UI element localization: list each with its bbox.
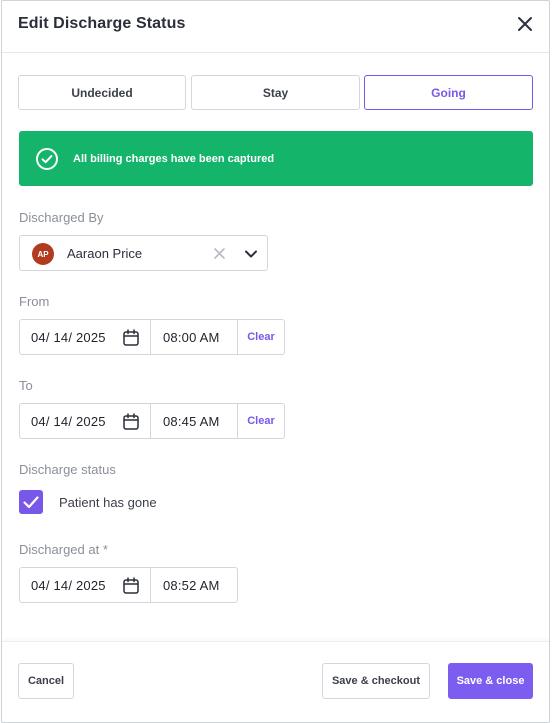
to-time-input[interactable]: 08:45 AM: [151, 403, 238, 439]
to-label: To: [19, 378, 33, 393]
discharged-by-value: Aaraon Price: [67, 246, 143, 261]
check-circle-icon: [36, 147, 58, 170]
from-time-input[interactable]: 08:00 AM: [151, 319, 238, 355]
close-icon[interactable]: [515, 14, 535, 34]
discharged-at-date-input[interactable]: 04/ 14/ 2025: [19, 567, 151, 603]
discharged-at-date-value: 04/ 14/ 2025: [31, 577, 106, 593]
cancel-button[interactable]: Cancel: [18, 663, 74, 699]
calendar-icon[interactable]: [123, 329, 139, 346]
to-time-value: 08:45 AM: [163, 413, 220, 429]
edit-discharge-modal: Edit Discharge Status Undecided Stay Goi…: [1, 0, 550, 723]
patient-gone-checkbox[interactable]: [19, 490, 43, 514]
tab-stay[interactable]: Stay: [191, 75, 360, 110]
tab-undecided[interactable]: Undecided: [18, 75, 186, 110]
to-clear-button[interactable]: Clear: [238, 403, 285, 439]
save-checkout-button[interactable]: Save & checkout: [322, 663, 430, 699]
to-date-value: 04/ 14/ 2025: [31, 413, 106, 429]
modal-footer: Cancel Save & checkout Save & close: [2, 641, 549, 723]
tab-going[interactable]: Going: [364, 75, 533, 110]
calendar-icon[interactable]: [123, 577, 139, 594]
discharge-status-label: Discharge status: [19, 462, 116, 477]
discharged-at-datetime: 04/ 14/ 2025 08:52 AM: [19, 567, 238, 603]
to-datetime: 04/ 14/ 2025 08:45 AM Clear: [19, 403, 285, 439]
discharged-by-label: Discharged By: [19, 210, 104, 225]
chevron-down-icon[interactable]: [244, 247, 258, 261]
modal-title: Edit Discharge Status: [18, 15, 186, 32]
modal-header: Edit Discharge Status: [2, 1, 549, 53]
from-date-value: 04/ 14/ 2025: [31, 329, 106, 345]
checkmark-icon: [23, 496, 39, 509]
x-icon[interactable]: [213, 247, 226, 260]
banner-message: All billing charges have been captured: [73, 152, 275, 165]
discharged-at-label: Discharged at *: [19, 542, 108, 557]
avatar: AP: [32, 243, 54, 265]
discharged-at-time-value: 08:52 AM: [163, 577, 220, 593]
discharged-at-time-input[interactable]: 08:52 AM: [151, 567, 238, 603]
from-datetime: 04/ 14/ 2025 08:00 AM Clear: [19, 319, 285, 355]
calendar-icon[interactable]: [123, 413, 139, 430]
save-close-button[interactable]: Save & close: [448, 663, 533, 699]
to-date-input[interactable]: 04/ 14/ 2025: [19, 403, 151, 439]
success-banner: All billing charges have been captured: [19, 131, 533, 186]
discharged-by-select[interactable]: AP Aaraon Price: [19, 235, 268, 271]
from-clear-button[interactable]: Clear: [238, 319, 285, 355]
from-time-value: 08:00 AM: [163, 329, 220, 345]
from-date-input[interactable]: 04/ 14/ 2025: [19, 319, 151, 355]
from-label: From: [19, 294, 50, 309]
patient-gone-label: Patient has gone: [59, 495, 157, 510]
